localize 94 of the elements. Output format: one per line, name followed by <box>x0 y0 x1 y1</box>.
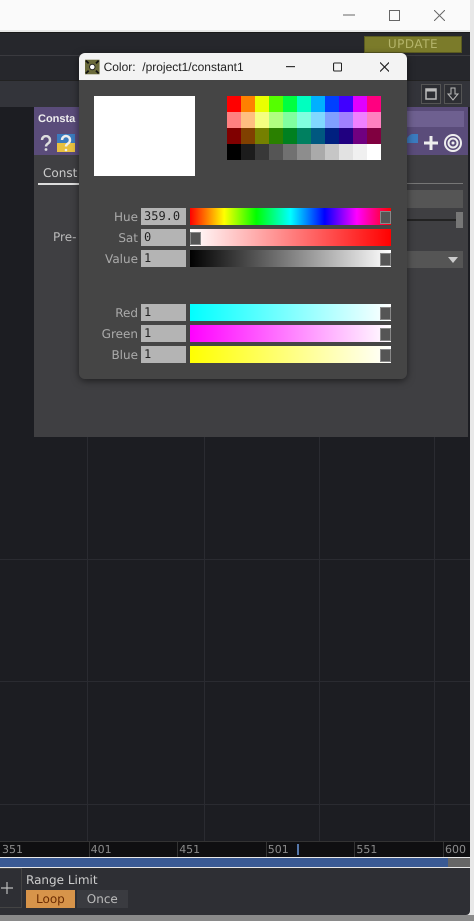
color-swatch[interactable] <box>311 96 325 112</box>
plus-icon <box>1 882 13 894</box>
python-help-icon[interactable] <box>57 134 75 152</box>
color-swatch[interactable] <box>283 96 297 112</box>
color-swatch[interactable] <box>325 112 339 128</box>
color-swatch[interactable] <box>297 144 311 160</box>
color-swatch[interactable] <box>325 144 339 160</box>
slider-label: Red <box>114 306 139 320</box>
value-field[interactable]: 359.0 <box>141 208 186 225</box>
frame-number: 551 <box>354 842 378 857</box>
color-swatch[interactable] <box>255 112 269 128</box>
frame-number: 351 <box>1 842 23 857</box>
color-swatch[interactable] <box>241 144 255 160</box>
slider-handle[interactable] <box>456 212 463 228</box>
color-swatch[interactable] <box>367 112 381 128</box>
color-swatch[interactable] <box>367 128 381 144</box>
color-swatch[interactable] <box>339 144 353 160</box>
color-slider[interactable] <box>190 208 391 225</box>
slider-handle[interactable] <box>380 328 391 341</box>
color-swatch[interactable] <box>227 144 241 160</box>
color-swatch[interactable] <box>255 128 269 144</box>
frame-number: 600 <box>442 842 466 857</box>
color-swatch[interactable] <box>269 144 283 160</box>
value-field[interactable]: 1 <box>141 346 186 363</box>
color-slider[interactable] <box>190 346 391 363</box>
color-slider[interactable] <box>190 304 391 321</box>
slider-handle[interactable] <box>380 253 391 266</box>
help-icon[interactable] <box>40 135 52 151</box>
color-swatch[interactable] <box>339 112 353 128</box>
color-swatch[interactable] <box>297 128 311 144</box>
color-swatch[interactable] <box>241 128 255 144</box>
value-field[interactable]: 1 <box>141 250 186 267</box>
color-swatch[interactable] <box>325 128 339 144</box>
frame-number: 451 <box>177 842 200 857</box>
color-swatch[interactable] <box>255 144 269 160</box>
target-icon[interactable] <box>444 134 462 152</box>
dropdown-arrow-icon <box>448 256 458 262</box>
slider-label: Sat <box>117 230 139 244</box>
color-swatch[interactable] <box>269 96 283 112</box>
app-icon <box>85 58 100 74</box>
color-swatch[interactable] <box>367 96 381 112</box>
panel-title: Consta <box>38 113 76 125</box>
color-swatch[interactable] <box>339 96 353 112</box>
parameter-label: Pre- <box>53 230 76 244</box>
window-icon[interactable] <box>421 84 441 104</box>
color-swatch[interactable] <box>353 112 367 128</box>
frame-number: 501 <box>266 842 289 857</box>
color-swatch[interactable] <box>269 112 283 128</box>
color-swatch[interactable] <box>311 112 325 128</box>
color-swatch[interactable] <box>353 144 367 160</box>
slider-handle[interactable] <box>190 232 201 245</box>
color-swatch[interactable] <box>339 128 353 144</box>
color-swatch[interactable] <box>297 96 311 112</box>
slider-label: Hue <box>112 210 139 224</box>
color-slider[interactable] <box>190 325 391 342</box>
dialog-title: Color: /project1/constant1 <box>104 60 244 74</box>
add-button[interactable] <box>0 868 22 908</box>
color-swatch[interactable] <box>283 112 297 128</box>
color-slider[interactable] <box>190 250 391 267</box>
slider-handle[interactable] <box>380 307 391 320</box>
color-swatch[interactable] <box>311 144 325 160</box>
parameter-dropdown[interactable] <box>405 251 463 268</box>
color-swatch[interactable] <box>227 96 241 112</box>
slider-label: Blue <box>110 348 139 362</box>
value-field[interactable]: 1 <box>141 304 186 321</box>
color-swatch[interactable] <box>241 112 255 128</box>
color-swatch[interactable] <box>297 112 311 128</box>
slider-label: Value <box>104 252 139 266</box>
color-swatch[interactable] <box>311 128 325 144</box>
color-swatch[interactable] <box>255 96 269 112</box>
color-swatch[interactable] <box>353 96 367 112</box>
maximize-icon[interactable] <box>332 62 342 72</box>
color-slider[interactable] <box>190 229 391 246</box>
range-option[interactable]: Loop <box>26 890 75 908</box>
color-swatch[interactable] <box>283 144 297 160</box>
color-swatch[interactable] <box>241 96 255 112</box>
slider-label: Green <box>100 326 139 340</box>
value-field[interactable]: 0 <box>141 229 186 246</box>
plus-icon[interactable] <box>423 135 439 151</box>
color-swatch[interactable] <box>367 144 381 160</box>
range-option[interactable]: Once <box>76 890 128 908</box>
minimize-icon[interactable] <box>286 66 295 68</box>
color-swatch[interactable] <box>353 128 367 144</box>
slider-handle[interactable] <box>380 349 391 362</box>
color-swatch[interactable] <box>325 96 339 112</box>
color-swatch[interactable] <box>227 128 241 144</box>
color-swatch[interactable] <box>283 128 297 144</box>
frame-number: 401 <box>88 842 112 857</box>
range-limit-label: Range Limit <box>26 872 99 889</box>
close-icon[interactable] <box>380 62 389 72</box>
color-swatch[interactable] <box>269 128 283 144</box>
color-swatch[interactable] <box>227 112 241 128</box>
value-field[interactable]: 1 <box>141 325 186 342</box>
slider-handle[interactable] <box>380 211 391 224</box>
